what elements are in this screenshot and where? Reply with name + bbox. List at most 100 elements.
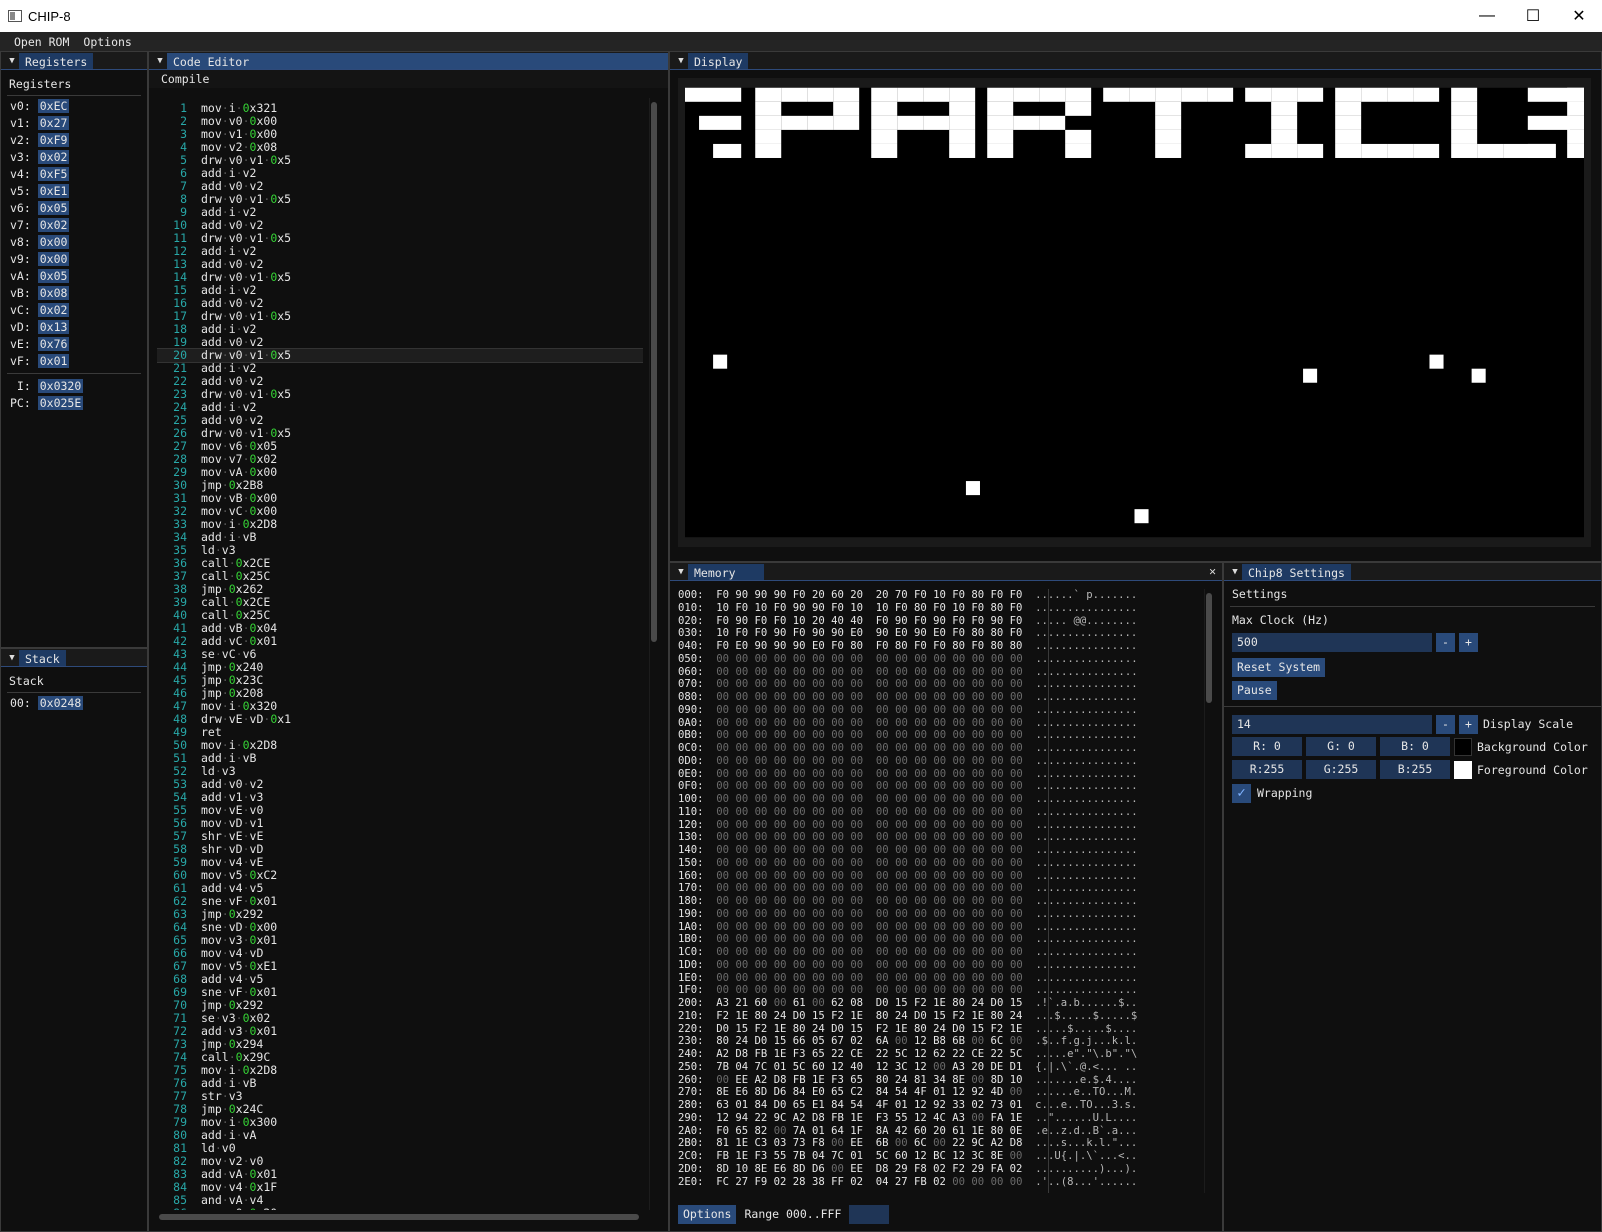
memory-vertical-scrollbar[interactable] [1204, 589, 1212, 1193]
tab-display[interactable]: Display [688, 53, 749, 69]
collapse-triangle-icon[interactable]: ▼ [5, 56, 19, 66]
tab-memory[interactable]: Memory [688, 564, 764, 580]
fg-green-input[interactable]: G:255 [1306, 760, 1376, 779]
memory-row[interactable]: 020: F0 90 F0 F0 10 20 40 40 F0 90 F0 90… [678, 615, 1198, 628]
memory-row[interactable]: 0E0: 00 00 00 00 00 00 00 00 00 00 00 00… [678, 768, 1198, 781]
memory-row[interactable]: 2B0: 81 1E C3 03 73 F8 00 EE 6B 00 6C 00… [678, 1137, 1198, 1150]
divider [1224, 706, 1601, 707]
collapse-triangle-icon[interactable]: ▼ [674, 567, 688, 577]
memory-row[interactable]: 280: 63 01 84 D0 65 E1 84 54 4F 01 12 92… [678, 1099, 1198, 1112]
memory-row[interactable]: 030: 10 F0 F0 90 F0 90 90 E0 90 E0 90 E0… [678, 627, 1198, 640]
code-text: mov·v5·0xE1 [201, 959, 278, 973]
memory-row[interactable]: 190: 00 00 00 00 00 00 00 00 00 00 00 00… [678, 908, 1198, 921]
display-scale-increment-button[interactable]: + [1459, 714, 1478, 734]
memory-row[interactable]: 2D0: 8D 10 8E E6 8D D6 00 EE D8 29 F8 02… [678, 1163, 1198, 1176]
memory-row[interactable]: 000: F0 90 90 90 F0 20 60 20 20 70 F0 10… [678, 589, 1198, 602]
code-horizontal-scrollbar[interactable] [157, 1212, 643, 1222]
scroll-thumb[interactable] [651, 102, 657, 642]
memory-row[interactable]: 1B0: 00 00 00 00 00 00 00 00 00 00 00 00… [678, 933, 1198, 946]
menu-options[interactable]: Options [76, 35, 138, 49]
bg-red-input[interactable]: R: 0 [1232, 737, 1302, 756]
pause-button[interactable]: Pause [1232, 681, 1277, 700]
memory-row[interactable]: 110: 00 00 00 00 00 00 00 00 00 00 00 00… [678, 806, 1198, 819]
memory-row[interactable]: 2E0: FC 27 F9 02 28 38 FF 02 04 27 FB 02… [678, 1176, 1198, 1189]
scroll-thumb[interactable] [159, 1214, 639, 1220]
minimize-button[interactable]: — [1464, 0, 1510, 32]
memory-row[interactable]: 1A0: 00 00 00 00 00 00 00 00 00 00 00 00… [678, 921, 1198, 934]
memory-row[interactable]: 210: F2 1E 80 24 D0 15 F2 1E 80 24 D0 15… [678, 1010, 1198, 1023]
memory-row[interactable]: 050: 00 00 00 00 00 00 00 00 00 00 00 00… [678, 653, 1198, 666]
display-scale-decrement-button[interactable]: - [1436, 714, 1455, 734]
memory-row[interactable]: 010: 10 F0 10 F0 90 90 F0 10 10 F0 80 F0… [678, 602, 1198, 615]
memory-row[interactable]: 270: 8E E6 8D D6 84 E0 65 C2 84 54 4F 01… [678, 1086, 1198, 1099]
foreground-color-swatch[interactable] [1454, 760, 1472, 779]
memory-row[interactable]: 250: 7B 04 7C 01 5C 60 12 40 12 3C 12 00… [678, 1061, 1198, 1074]
memory-row[interactable]: 2A0: F0 65 82 00 7A 01 64 1F 8A 42 60 20… [678, 1125, 1198, 1138]
memory-row[interactable]: 290: 12 94 22 9C A2 D8 FB 1E F3 55 12 4C… [678, 1112, 1198, 1125]
fg-red-input[interactable]: R:255 [1232, 760, 1302, 779]
goto-address-input[interactable] [849, 1204, 890, 1224]
fg-blue-input[interactable]: B:255 [1380, 760, 1450, 779]
maximize-button[interactable]: ☐ [1510, 0, 1556, 32]
memory-row[interactable]: 2C0: FB 1E F3 55 7B 04 7C 01 5C 60 12 BC… [678, 1150, 1198, 1163]
bg-green-input[interactable]: G: 0 [1306, 737, 1376, 756]
wrapping-checkbox[interactable]: ✓ [1232, 783, 1251, 803]
memory-address: 230: [678, 1035, 704, 1048]
code-text: drw·vE·vD·0x1 [201, 712, 292, 726]
tab-registers[interactable]: Registers [19, 53, 94, 69]
bg-blue-input[interactable]: B: 0 [1380, 737, 1450, 756]
memory-row[interactable]: 090: 00 00 00 00 00 00 00 00 00 00 00 00… [678, 704, 1198, 717]
memory-row[interactable]: 1F0: 00 00 00 00 00 00 00 00 00 00 00 00… [678, 984, 1198, 997]
memory-row[interactable]: 100: 00 00 00 00 00 00 00 00 00 00 00 00… [678, 793, 1198, 806]
memory-row[interactable]: 120: 00 00 00 00 00 00 00 00 00 00 00 00… [678, 819, 1198, 832]
memory-row[interactable]: 0C0: 00 00 00 00 00 00 00 00 00 00 00 00… [678, 742, 1198, 755]
close-window-button[interactable]: ✕ [1556, 0, 1602, 32]
display-scale-input[interactable]: 14 [1232, 714, 1432, 734]
memory-hex-view[interactable]: 000: F0 90 90 90 F0 20 60 20 20 70 F0 10… [678, 589, 1198, 1193]
memory-row[interactable]: 220: D0 15 F2 1E 80 24 D0 15 F2 1E 80 24… [678, 1023, 1198, 1036]
memory-row[interactable]: 0B0: 00 00 00 00 00 00 00 00 00 00 00 00… [678, 729, 1198, 742]
memory-row[interactable]: 230: 80 24 D0 15 66 05 67 02 6A 00 12 B8… [678, 1035, 1198, 1048]
reset-system-button[interactable]: Reset System [1232, 658, 1326, 677]
collapse-triangle-icon[interactable]: ▼ [153, 56, 167, 66]
memory-row[interactable]: 170: 00 00 00 00 00 00 00 00 00 00 00 00… [678, 882, 1198, 895]
memory-row[interactable]: 200: A3 21 60 00 61 00 62 08 D0 15 F2 1E… [678, 997, 1198, 1010]
close-icon[interactable]: ✕ [1209, 564, 1216, 578]
tab-chip8-settings[interactable]: Chip8 Settings [1242, 564, 1351, 580]
memory-row[interactable]: 0F0: 00 00 00 00 00 00 00 00 00 00 00 00… [678, 780, 1198, 793]
memory-row[interactable]: 260: 00 EE A2 D8 FB 1E F3 65 80 24 81 34… [678, 1074, 1198, 1087]
tab-stack[interactable]: Stack [19, 650, 66, 666]
collapse-triangle-icon[interactable]: ▼ [674, 56, 688, 66]
collapse-triangle-icon[interactable]: ▼ [1228, 567, 1242, 577]
memory-row[interactable]: 040: F0 E0 90 90 90 E0 F0 80 F0 80 F0 F0… [678, 640, 1198, 653]
memory-row[interactable]: 1C0: 00 00 00 00 00 00 00 00 00 00 00 00… [678, 946, 1198, 959]
memory-row[interactable]: 240: A2 D8 FB 1E F3 65 22 CE 22 5C 12 62… [678, 1048, 1198, 1061]
memory-row[interactable]: 1D0: 00 00 00 00 00 00 00 00 00 00 00 00… [678, 959, 1198, 972]
memory-options-button[interactable]: Options [678, 1204, 737, 1224]
memory-row[interactable]: 1E0: 00 00 00 00 00 00 00 00 00 00 00 00… [678, 972, 1198, 985]
collapse-triangle-icon[interactable]: ▼ [5, 653, 19, 663]
max-clock-input[interactable]: 500 [1232, 632, 1432, 652]
memory-row[interactable]: 180: 00 00 00 00 00 00 00 00 00 00 00 00… [678, 895, 1198, 908]
title-letter-pixel [949, 87, 976, 102]
code-line[interactable]: 86 mov·v0·0x20 [157, 1207, 643, 1211]
code-line[interactable]: 48 drw·vE·vD·0x1 [157, 713, 643, 726]
memory-row[interactable]: 060: 00 00 00 00 00 00 00 00 00 00 00 00… [678, 666, 1198, 679]
menu-open-rom[interactable]: Open ROM [7, 35, 76, 49]
code-text-area[interactable]: 1 mov·i·0x321 2 mov·v0·0x00 3 mov·v1·0x00 4 mov… [157, 98, 643, 1210]
memory-row[interactable]: 070: 00 00 00 00 00 00 00 00 00 00 00 00… [678, 678, 1198, 691]
scroll-thumb[interactable] [1206, 593, 1212, 703]
memory-row[interactable]: 160: 00 00 00 00 00 00 00 00 00 00 00 00… [678, 870, 1198, 883]
background-color-swatch[interactable] [1454, 737, 1472, 756]
memory-row[interactable]: 0D0: 00 00 00 00 00 00 00 00 00 00 00 00… [678, 755, 1198, 768]
tab-code-editor[interactable]: Code Editor [167, 53, 256, 69]
code-vertical-scrollbar[interactable] [649, 98, 657, 1210]
max-clock-decrement-button[interactable]: - [1436, 632, 1455, 652]
max-clock-increment-button[interactable]: + [1459, 632, 1478, 652]
compile-menu[interactable]: Compile [149, 70, 668, 88]
memory-row[interactable]: 080: 00 00 00 00 00 00 00 00 00 00 00 00… [678, 691, 1198, 704]
memory-row[interactable]: 130: 00 00 00 00 00 00 00 00 00 00 00 00… [678, 831, 1198, 844]
memory-row[interactable]: 150: 00 00 00 00 00 00 00 00 00 00 00 00… [678, 857, 1198, 870]
memory-row[interactable]: 0A0: 00 00 00 00 00 00 00 00 00 00 00 00… [678, 717, 1198, 730]
memory-row[interactable]: 140: 00 00 00 00 00 00 00 00 00 00 00 00… [678, 844, 1198, 857]
